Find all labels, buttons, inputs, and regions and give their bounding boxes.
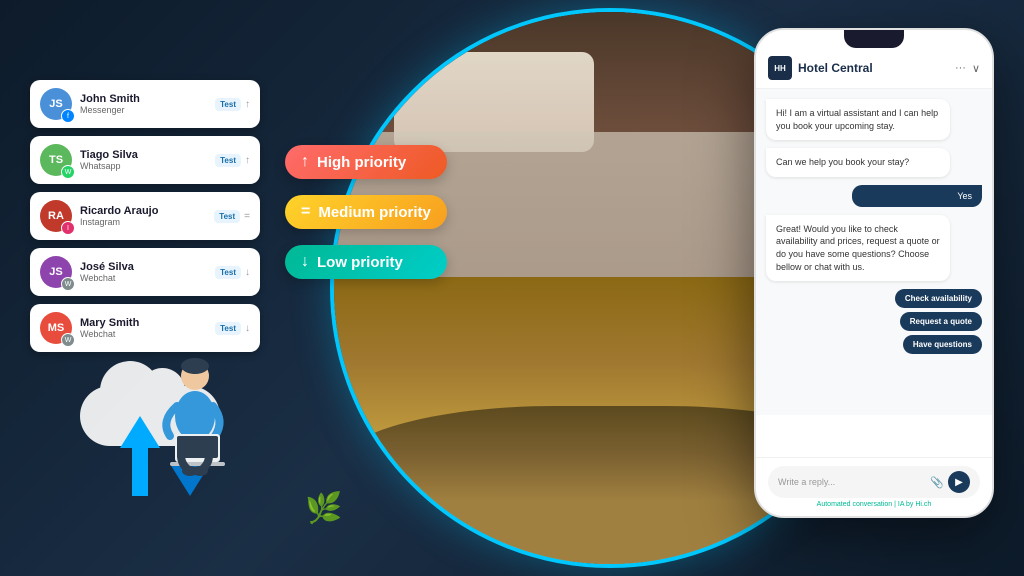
- avatar-tiago-silva: TS W: [40, 144, 72, 176]
- chat-platform: Messenger: [80, 105, 207, 115]
- bot-message-2: Can we help you book your stay?: [766, 148, 950, 177]
- automated-conversation-tag: Automated conversation | IA by Hi.ch: [768, 501, 980, 508]
- collapse-icon[interactable]: ∨: [972, 62, 980, 75]
- phone-notch: [844, 30, 904, 48]
- reply-input-area[interactable]: Write a reply... 📎 ▶: [768, 466, 980, 498]
- chat-body: Hi! I am a virtual assistant and I can h…: [756, 89, 992, 415]
- medium-priority-label: Medium priority: [318, 204, 431, 221]
- chat-name: José Silva: [80, 261, 207, 273]
- avatar-ricardo-araujo: RA I: [40, 200, 72, 232]
- chat-item-mary-smith[interactable]: MS W Mary Smith Webchat Test ↓: [30, 304, 260, 352]
- chat-name: Tiago Silva: [80, 149, 207, 161]
- send-button[interactable]: ▶: [948, 471, 970, 493]
- chat-name: Ricardo Araujo: [80, 205, 206, 217]
- phone-footer: Write a reply... 📎 ▶ Automated conversat…: [756, 457, 992, 516]
- chat-item-john-smith[interactable]: JS f John Smith Messenger Test ↑: [30, 80, 260, 128]
- low-priority-icon: ↓: [301, 253, 309, 271]
- avatar-initials: TS: [49, 154, 63, 166]
- avatar-jose-silva: JS W: [40, 256, 72, 288]
- chat-item-tiago-silva[interactable]: TS W Tiago Silva Whatsapp Test ↑: [30, 136, 260, 184]
- chat-actions: Test ↑: [215, 154, 250, 167]
- hotel-logo-area: HH Hotel Central: [768, 56, 873, 80]
- chat-tag: Test: [215, 154, 241, 167]
- phone-header: HH Hotel Central ··· ∨: [756, 48, 992, 89]
- phone-header-icons: ··· ∨: [955, 62, 980, 75]
- bot-message-3: Great! Would you like to check availabil…: [766, 215, 950, 281]
- chat-item-ricardo-araujo[interactable]: RA I Ricardo Araujo Instagram Test =: [30, 192, 260, 240]
- low-priority-label: Low priority: [317, 254, 403, 271]
- chat-arrow-icon: ↑: [245, 99, 250, 110]
- more-icon[interactable]: ···: [955, 62, 966, 74]
- have-questions-button[interactable]: Have questions: [903, 335, 982, 354]
- platform-badge-webchat: W: [61, 277, 75, 291]
- user-message-1: Yes: [852, 185, 982, 207]
- chat-platform: Whatsapp: [80, 161, 207, 171]
- chat-actions: Test =: [214, 210, 250, 223]
- medium-priority-badge: = Medium priority: [285, 195, 447, 229]
- chat-platform: Instagram: [80, 217, 206, 227]
- attachment-icon[interactable]: 📎: [930, 476, 944, 489]
- bot-message-1: Hi! I am a virtual assistant and I can h…: [766, 99, 950, 140]
- request-quote-button[interactable]: Request a quote: [900, 312, 982, 331]
- chat-actions: Test ↓: [215, 322, 250, 335]
- chat-arrow-icon: ↓: [245, 267, 250, 278]
- phone-mockup: HH Hotel Central ··· ∨ Hi! I am a virtua…: [754, 28, 994, 518]
- chat-arrow-icon: ↓: [245, 323, 250, 334]
- high-priority-label: High priority: [317, 154, 406, 171]
- chat-tag: Test: [215, 98, 241, 111]
- reply-icons: 📎 ▶: [930, 471, 970, 493]
- chat-actions: Test ↑: [215, 98, 250, 111]
- chat-info-tiago-silva: Tiago Silva Whatsapp: [80, 149, 207, 171]
- platform-badge-messenger: f: [61, 109, 75, 123]
- high-priority-badge: ↑ High priority: [285, 145, 447, 179]
- chat-info-mary-smith: Mary Smith Webchat: [80, 317, 207, 339]
- chat-info-ricardo-araujo: Ricardo Araujo Instagram: [80, 205, 206, 227]
- plant-illustration: 🌿: [305, 491, 342, 526]
- hotel-name: Hotel Central: [798, 61, 873, 75]
- reply-placeholder: Write a reply...: [778, 477, 924, 487]
- chat-arrow-icon: =: [244, 211, 250, 222]
- hotel-logo-icon: HH: [768, 56, 792, 80]
- chat-tag: Test: [215, 266, 241, 279]
- platform-badge-whatsapp: W: [61, 165, 75, 179]
- arrow-up-icon: [120, 416, 160, 496]
- high-priority-icon: ↑: [301, 153, 309, 171]
- chat-name: Mary Smith: [80, 317, 207, 329]
- chat-info-john-smith: John Smith Messenger: [80, 93, 207, 115]
- chat-list-panel: JS f John Smith Messenger Test ↑ TS W Ti…: [30, 80, 260, 360]
- avatar-john-smith: JS f: [40, 88, 72, 120]
- low-priority-badge: ↓ Low priority: [285, 245, 447, 279]
- check-availability-button[interactable]: Check availability: [895, 289, 982, 308]
- chat-arrow-icon: ↑: [245, 155, 250, 166]
- platform-badge-instagram: I: [61, 221, 75, 235]
- chat-tag: Test: [214, 210, 240, 223]
- avatar-initials: JS: [49, 98, 62, 110]
- chat-name: John Smith: [80, 93, 207, 105]
- avatar-initials: RA: [48, 210, 64, 222]
- chat-platform: Webchat: [80, 329, 207, 339]
- avatar-initials: MS: [48, 322, 65, 334]
- medium-priority-icon: =: [301, 203, 310, 221]
- chat-info-jose-silva: José Silva Webchat: [80, 261, 207, 283]
- person-illustration: [155, 356, 235, 486]
- quick-actions: Check availability Request a quote Have …: [766, 289, 982, 354]
- priority-section: ↑ High priority = Medium priority ↓ Low …: [285, 145, 447, 279]
- platform-badge-webchat2: W: [61, 333, 75, 347]
- chat-tag: Test: [215, 322, 241, 335]
- chat-actions: Test ↓: [215, 266, 250, 279]
- avatar-mary-smith: MS W: [40, 312, 72, 344]
- chat-item-jose-silva[interactable]: JS W José Silva Webchat Test ↓: [30, 248, 260, 296]
- avatar-initials: JS: [49, 266, 62, 278]
- chat-platform: Webchat: [80, 273, 207, 283]
